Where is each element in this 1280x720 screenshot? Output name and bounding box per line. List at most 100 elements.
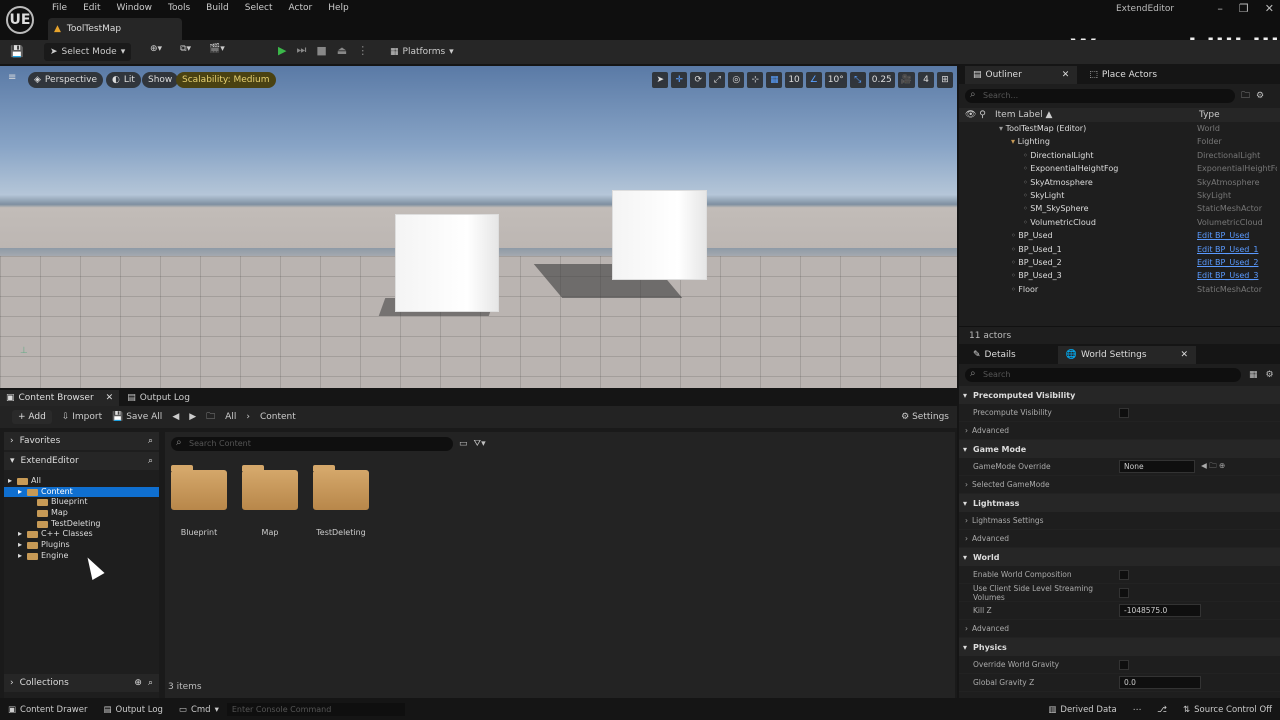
hamburger-icon[interactable]: ≡ <box>8 72 22 86</box>
details-section[interactable]: ▾ Game Mode <box>959 440 1280 458</box>
menu-window[interactable]: Window <box>109 0 161 16</box>
perspective-button[interactable]: ◈ Perspective <box>28 72 104 88</box>
details-subsection[interactable]: › Advanced <box>959 620 1280 638</box>
menu-help[interactable]: Help <box>320 0 357 16</box>
column-item-label[interactable]: Item Label ▲ <box>995 110 1199 120</box>
property-checkbox[interactable] <box>1119 569 1129 580</box>
tab-details[interactable]: ✎ Details <box>965 346 1024 364</box>
cinematics-icon[interactable]: 🎬▾ <box>209 44 225 54</box>
folder-tree-item[interactable]: Map <box>4 508 159 519</box>
outliner-row-type[interactable]: Edit BP_Used_2 <box>1197 256 1277 269</box>
outliner-row[interactable]: ◦ BP_Used_2 Edit BP_Used_2 <box>959 256 1280 269</box>
settings-button[interactable]: ⚙ Settings <box>901 412 949 422</box>
forward-icon[interactable]: ▶ <box>189 412 196 422</box>
settings-icon[interactable]: ⚙ <box>1266 370 1274 380</box>
visibility-icon[interactable]: 👁 ⚲ <box>959 110 995 120</box>
browse-icon[interactable]: ◀ 🗀 ⊕ <box>1201 460 1225 473</box>
tab-world-settings[interactable]: 🌐 World Settings ✕ <box>1057 346 1197 364</box>
breadcrumb-all[interactable]: All <box>225 412 236 422</box>
menu-edit[interactable]: Edit <box>75 0 108 16</box>
outliner-row[interactable]: ◦ BP_Used Edit BP_Used <box>959 229 1280 242</box>
maximize-icon[interactable]: ❐ <box>1239 2 1249 15</box>
outliner-search-input[interactable]: Search... <box>965 88 1235 103</box>
folder-tree-item[interactable]: ▸ Content <box>4 486 159 498</box>
save-all-button[interactable]: 💾 Save All <box>112 412 162 422</box>
play-icon[interactable]: ▶ <box>278 44 286 57</box>
search-icon[interactable]: ⌕ <box>148 436 153 446</box>
details-search-input[interactable]: Search <box>965 367 1241 382</box>
details-subsection[interactable]: › Lightmass Settings <box>959 512 1280 530</box>
details-subsection[interactable]: › Advanced <box>959 530 1280 548</box>
details-section[interactable]: ▾ World <box>959 548 1280 566</box>
menu-select[interactable]: Select <box>237 0 281 16</box>
project-header[interactable]: ▾ ExtendEditor ⌕ <box>4 452 159 470</box>
outliner-row[interactable]: ▾ Lighting Folder <box>959 135 1280 148</box>
surface-snap-icon[interactable]: ⊹ <box>747 72 764 88</box>
folder-tree-item[interactable]: ▸ All <box>4 476 159 487</box>
scale-snap-icon[interactable]: ⤡ <box>849 72 866 88</box>
close-icon[interactable]: ✕ <box>106 393 114 403</box>
tab-content-browser[interactable]: ▣ Content Browser ✕ <box>0 390 120 406</box>
import-button[interactable]: ⇩ Import <box>62 412 102 422</box>
save-icon[interactable]: 💾 <box>10 45 24 58</box>
level-viewport[interactable]: ≡ ◈ Perspective ◐ Lit Show Scalability: Me… <box>0 66 957 388</box>
outliner-row[interactable]: ▾ ToolTestMap (Editor) World <box>959 122 1280 135</box>
outliner-row[interactable]: ◦ ExponentialHeightFog ExponentialHeightF… <box>959 162 1280 175</box>
details-subsection[interactable]: › Selected GameMode <box>959 476 1280 494</box>
collections-header[interactable]: › Collections ⊕ ⌕ <box>4 674 159 692</box>
folder-add-icon[interactable]: 🗀 <box>1241 88 1250 104</box>
add-actor-icon[interactable]: ⊕▾ <box>150 44 162 54</box>
search-icon[interactable]: ⌕ <box>148 456 153 466</box>
menu-actor[interactable]: Actor <box>281 0 321 16</box>
outliner-row-type[interactable]: Edit BP_Used_1 <box>1197 243 1277 256</box>
details-subsection[interactable]: › Advanced <box>959 422 1280 440</box>
outliner-row-type[interactable]: Edit BP_Used <box>1197 229 1277 242</box>
filter-icon[interactable]: ⛛▾ <box>474 439 486 449</box>
derived-data-button[interactable]: ▥ Derived Data <box>1040 699 1124 720</box>
revision-icon[interactable]: ⎇ <box>1157 705 1167 715</box>
property-value-input[interactable]: 0.0 <box>1119 676 1201 689</box>
select-mode-dropdown[interactable]: ➤ Select Mode ▾ <box>44 43 132 61</box>
unreal-logo[interactable]: UE <box>6 6 34 34</box>
outliner-row[interactable]: ◦ SM_SkySphere StaticMeshActor <box>959 202 1280 215</box>
menu-tools[interactable]: Tools <box>160 0 198 16</box>
save-search-icon[interactable]: ▭ <box>459 439 468 449</box>
asset-folder[interactable]: Map <box>240 465 300 537</box>
lit-button[interactable]: ◐ Lit <box>106 72 141 88</box>
column-type[interactable]: Type <box>1199 110 1220 120</box>
folder-tree-item[interactable]: ▸ Plugins <box>4 540 159 551</box>
console-input[interactable]: Enter Console Command <box>226 703 405 716</box>
source-control-button[interactable]: ⇅ Source Control Off <box>1175 699 1280 720</box>
folder-tree-item[interactable]: ▸ C++ Classes <box>4 529 159 540</box>
search-icon[interactable]: ⌕ <box>148 678 153 688</box>
platforms-dropdown[interactable]: ▦ Platforms ▾ <box>384 43 460 61</box>
folder-tree-item[interactable]: TestDeleting <box>4 519 159 530</box>
asset-folder[interactable]: Blueprint <box>169 465 229 537</box>
tab-output-log[interactable]: ▤ Output Log <box>119 393 198 403</box>
maximize-viewport-icon[interactable]: ⊞ <box>937 72 953 88</box>
folder-icon[interactable]: 🗀 <box>206 409 215 425</box>
world-space-icon[interactable]: ◎ <box>728 72 745 88</box>
details-section[interactable]: ▾ Physics <box>959 638 1280 656</box>
camera-speed-icon[interactable]: 🎥 <box>897 72 915 88</box>
outliner-row[interactable]: ◦ BP_Used_1 Edit BP_Used_1 <box>959 243 1280 256</box>
output-log-button[interactable]: ▤ Output Log <box>95 699 170 720</box>
outliner-row-type[interactable]: Edit BP_Used_3 <box>1197 269 1277 282</box>
scale-tool-icon[interactable]: ⤢ <box>709 72 726 88</box>
map-tab[interactable]: ▲ ToolTestMap <box>48 18 182 40</box>
notification-icon[interactable]: ⋯ <box>1133 705 1142 715</box>
select-tool-icon[interactable]: ➤ <box>652 72 669 88</box>
tab-outliner[interactable]: ▤ Outliner ✕ <box>965 66 1078 84</box>
property-checkbox[interactable] <box>1119 587 1129 598</box>
settings-icon[interactable]: ⚙ <box>1256 91 1264 101</box>
more-icon[interactable]: ⋮ <box>357 44 368 57</box>
outliner-row[interactable]: ◦ SkyLight SkyLight <box>959 189 1280 202</box>
property-checkbox[interactable] <box>1119 407 1129 418</box>
outliner-row[interactable]: ◦ BP_Used_3 Edit BP_Used_3 <box>959 269 1280 282</box>
tab-place-actors[interactable]: ⬚ Place Actors <box>1081 66 1165 84</box>
cube-mesh[interactable] <box>612 190 707 280</box>
gamemode-dropdown[interactable]: None <box>1119 460 1195 473</box>
outliner-row[interactable]: ◦ Floor StaticMeshActor <box>959 283 1280 296</box>
rotation-snap-value[interactable]: 10° <box>824 72 847 88</box>
property-value-input[interactable]: -1048575.0 <box>1119 604 1201 617</box>
